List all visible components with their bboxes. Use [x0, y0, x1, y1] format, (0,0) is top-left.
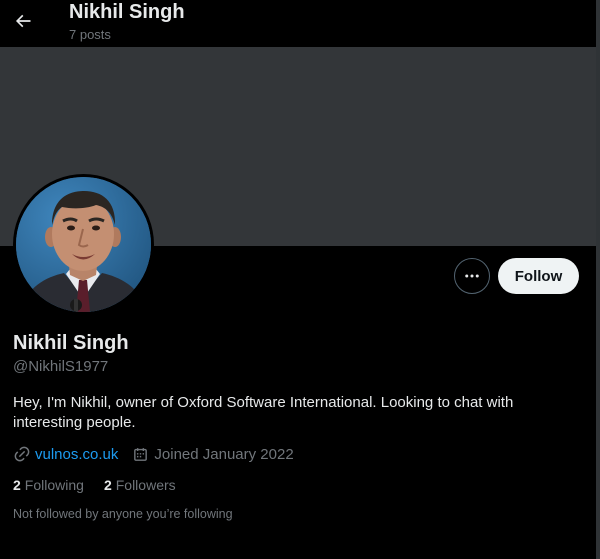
more-options-button[interactable]: [454, 258, 490, 294]
following-link[interactable]: 2 Following: [13, 477, 84, 493]
more-horizontal-icon: [465, 274, 479, 278]
header-title: Nikhil Singh: [69, 1, 185, 23]
following-count: 2: [13, 477, 21, 493]
avatar-image: [16, 177, 151, 312]
joined-date: Joined January 2022: [154, 445, 294, 463]
calendar-icon: [134, 447, 148, 461]
followers-link[interactable]: 2 Followers: [104, 477, 176, 493]
profile-header: Nikhil Singh 7 posts: [0, 0, 596, 47]
link-icon: [14, 446, 30, 462]
scrollbar-edge: [596, 0, 600, 559]
profile-meta: vulnos.co.uk Joined January 2022: [13, 444, 294, 464]
post-count: 7 posts: [69, 27, 111, 42]
display-name: Nikhil Singh: [13, 332, 129, 354]
joined-item: Joined January 2022: [132, 445, 294, 463]
followers-count: 2: [103, 477, 112, 493]
following-label: Following: [24, 477, 84, 493]
website-item[interactable]: vulnos.co.uk: [13, 445, 118, 463]
arrow-left-icon: [15, 14, 31, 28]
profile-bio: Hey, I'm Nikhil, owner of Oxford Softwar…: [13, 394, 514, 431]
not-followed-notice: Not followed by anyone you’re following: [13, 507, 233, 521]
followers-label: Followers: [115, 477, 176, 493]
follow-stats: 2 Following 2 Followers: [13, 475, 176, 495]
avatar-container[interactable]: [13, 174, 154, 315]
user-handle: @NikhilS1977: [13, 358, 109, 375]
back-button[interactable]: [8, 6, 38, 36]
avatar[interactable]: [16, 177, 151, 312]
follow-button[interactable]: Follow: [498, 258, 579, 294]
website-link[interactable]: vulnos.co.uk: [35, 446, 118, 463]
